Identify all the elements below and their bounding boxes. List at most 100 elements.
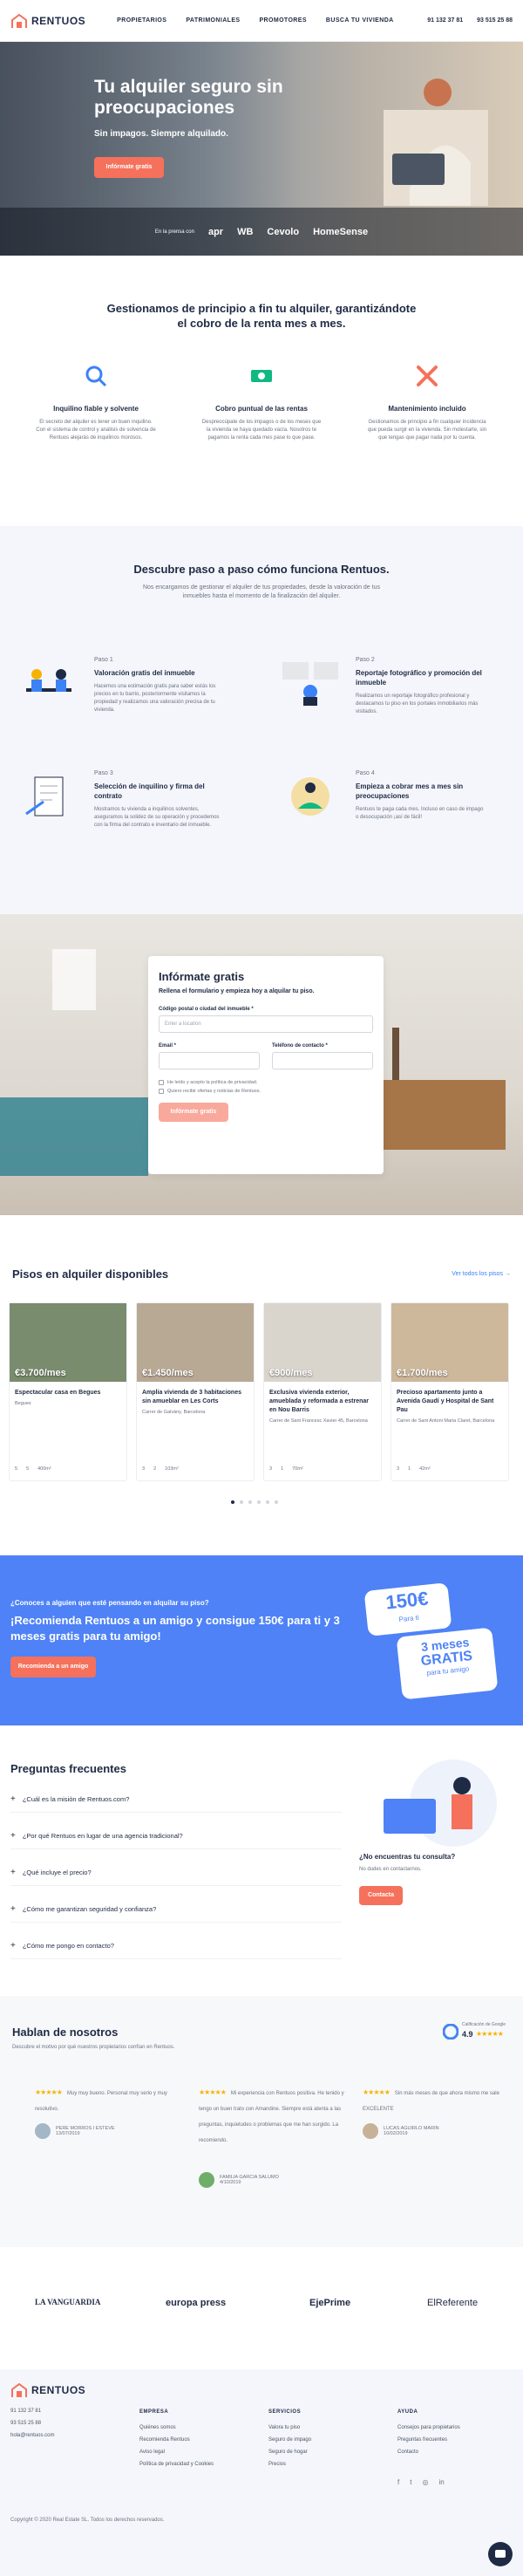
listing-card[interactable]: €1.450/mes Amplia vivienda de 3 habitaci… <box>136 1302 255 1481</box>
faq-item[interactable]: + ¿Cuál es la misión de Rentuos.com? <box>10 1787 342 1813</box>
step-3: Paso 3 Selección de inquilino y firma de… <box>17 770 227 858</box>
step-text: Realizamos un reportaje fotográfico prof… <box>356 694 479 714</box>
footer-col-servicios: SERVICIOS Valora tu piso Seguro de impag… <box>268 2406 311 2470</box>
footer-link[interactable]: Precios <box>268 2458 311 2470</box>
newsletter-checkbox-row[interactable]: Quiero recibir ofertas y noticias de Ren… <box>159 1089 373 1094</box>
contact-form-section: Infórmate gratis Rellena el formulario y… <box>0 914 523 1215</box>
footer-link[interactable]: Quiénes somos <box>139 2422 214 2434</box>
privacy-checkbox-row[interactable]: He leído y acepto la política de privaci… <box>159 1080 373 1085</box>
plus-icon: + <box>10 1941 16 1951</box>
listing-rooms: 3 <box>142 1466 146 1472</box>
footer-phone[interactable]: 93 515 25 88 <box>10 2417 85 2429</box>
feature-text: Gestionamos de principio a fin cualquier… <box>367 420 487 441</box>
press-europa-press[interactable]: europa press <box>166 2298 226 2308</box>
faq-question: ¿Cómo me pongo en contacto? <box>22 1942 114 1950</box>
social-links: f t ◎ in <box>397 2478 445 2486</box>
footer-col-ayuda: AYUDA Consejos para propietarios Pregunt… <box>397 2406 460 2458</box>
press-la-vanguardia[interactable]: LA VANGUARDIA <box>35 2298 100 2306</box>
listing-baths: 5 <box>26 1466 30 1472</box>
carousel-dot[interactable] <box>248 1500 252 1504</box>
help-text: No dudes en contactarnos. <box>359 1867 422 1872</box>
feature-title: Mantenimiento incluido <box>388 405 466 413</box>
form-subtitle: Rellena el formulario y empieza hoy a al… <box>159 988 315 994</box>
footer-link[interactable]: Recomienda Rentuos <box>139 2434 214 2446</box>
carousel-dot[interactable] <box>231 1500 234 1504</box>
chat-icon <box>495 2550 506 2558</box>
listing-card[interactable]: €900/mes Exclusiva vivienda exterior, am… <box>263 1302 382 1481</box>
money-icon <box>251 370 272 382</box>
step-number: Paso 1 <box>94 657 113 663</box>
referral-button[interactable]: Recomienda a un amigo <box>10 1657 96 1677</box>
linkedin-icon[interactable]: in <box>438 2478 444 2486</box>
email-field[interactable] <box>159 1052 260 1069</box>
footer-link[interactable]: Contacto <box>397 2446 460 2458</box>
contact-button[interactable]: Contacta <box>359 1886 403 1905</box>
form-title: Infórmate gratis <box>159 970 245 983</box>
press-ejeprime[interactable]: EjePrime <box>309 2298 350 2308</box>
listing-baths: 1 <box>281 1466 284 1472</box>
listing-card[interactable]: €1.700/mes Precioso apartamento junto a … <box>391 1302 509 1481</box>
page: RENTUOS PROPIETARIOS PATRIMONIALES PROMO… <box>0 0 523 2576</box>
nav-patrimoniales[interactable]: PATRIMONIALES <box>186 17 240 24</box>
avatar <box>35 2123 51 2139</box>
feature-title: Inquilino fiable y solvente <box>53 405 139 413</box>
phone-field[interactable] <box>272 1052 373 1069</box>
newsletter-checkbox[interactable] <box>159 1089 164 1094</box>
faq-item[interactable]: + ¿Qué incluye el precio? <box>10 1860 342 1886</box>
search-icon <box>85 366 107 387</box>
listing-rooms: 3 <box>269 1466 273 1472</box>
listings-title: Pisos en alquiler disponibles <box>12 1268 169 1281</box>
review-date: 10/02/2019 <box>384 2131 408 2136</box>
city-label: Código postal o ciudad del inmueble * <box>159 1007 254 1012</box>
footer-logo[interactable]: RENTUOS <box>10 2382 85 2398</box>
form-submit-button[interactable]: Infórmate gratis <box>159 1103 228 1122</box>
carousel-dot[interactable] <box>257 1500 261 1504</box>
listing-card[interactable]: €3.700/mes Espectacular casa en Begues B… <box>9 1302 127 1481</box>
press-elreferente[interactable]: ElReferente <box>427 2298 478 2308</box>
carousel-dot[interactable] <box>275 1500 278 1504</box>
phone-barcelona[interactable]: 93 515 25 88 <box>477 17 513 24</box>
instagram-icon[interactable]: ◎ <box>422 2478 428 2486</box>
footer-link[interactable]: Aviso legal <box>139 2446 214 2458</box>
footer-email[interactable]: hola@rentuos.com <box>10 2429 85 2442</box>
footer-link[interactable]: Seguro de impago <box>268 2434 311 2446</box>
brand-logo[interactable]: RENTUOS <box>10 13 85 29</box>
phone-madrid[interactable]: 91 132 37 81 <box>427 17 463 24</box>
carousel-dot[interactable] <box>240 1500 243 1504</box>
footer-link[interactable]: Consejos para propietarios <box>397 2422 460 2434</box>
intro-title: Gestionamos de principio a fin tu alquil… <box>106 302 417 330</box>
privacy-checkbox[interactable] <box>159 1080 164 1085</box>
house-logo-icon <box>11 2382 27 2397</box>
plus-icon: + <box>10 1904 16 1914</box>
faq-item[interactable]: + ¿Cómo me garantizan seguridad y confian… <box>10 1896 342 1923</box>
footer-link[interactable]: Seguro de hogar <box>268 2446 311 2458</box>
city-input[interactable]: Enter a location <box>159 1015 373 1033</box>
nav-busca-vivienda[interactable]: BUSCA TU VIVIENDA <box>326 17 394 24</box>
faq-item[interactable]: + ¿Por qué Rentuos en lugar de una agenci… <box>10 1823 342 1849</box>
feature-title: Cobro puntual de las rentas <box>215 405 308 413</box>
twitter-icon[interactable]: t <box>410 2478 411 2486</box>
footer-link[interactable]: Preguntas frecuentes <box>397 2434 460 2446</box>
step-1: Paso 1 Valoración gratis del inmueble Ha… <box>17 657 227 744</box>
listing-title: Precioso apartamento junto a Avenida Gau… <box>397 1390 494 1413</box>
nav-promotores[interactable]: PROMOTORES <box>259 17 306 24</box>
footer-link[interactable]: Valora tu piso <box>268 2422 311 2434</box>
review-card: ★★★★★ Muy muy bueno. Personal muy serio y… <box>35 2083 183 2139</box>
top-nav: RENTUOS PROPIETARIOS PATRIMONIALES PROMO… <box>0 0 523 42</box>
strip-logo-homesense: HomeSense <box>313 226 369 237</box>
faq-item[interactable]: + ¿Cómo me pongo en contacto? <box>10 1933 342 1959</box>
see-all-link[interactable]: Ver todos los pisos → <box>452 1271 511 1277</box>
avatar <box>199 2172 214 2188</box>
hero-cta-button[interactable]: Infórmate gratis <box>94 157 164 178</box>
chat-launcher-button[interactable] <box>488 2542 513 2566</box>
nav-propietarios[interactable]: PROPIETARIOS <box>117 17 166 24</box>
footer-phone[interactable]: 91 132 37 81 <box>10 2405 85 2417</box>
footer-link[interactable]: Política de privacidad y Cookies <box>139 2458 214 2470</box>
faq-question: ¿Cuál es la misión de Rentuos.com? <box>22 1795 130 1803</box>
faq-question: ¿Cómo me garantizan seguridad y confianz… <box>22 1905 157 1913</box>
reviews-section: Hablan de nosotros Descubre el motivo po… <box>0 1996 523 2247</box>
carousel-dot[interactable] <box>266 1500 269 1504</box>
facebook-icon[interactable]: f <box>397 2478 399 2486</box>
review-date: 4/10/2019 <box>220 2180 241 2185</box>
listing-address: Carrer de Sant Antoni Maria Claret, Barc… <box>397 1418 495 1424</box>
